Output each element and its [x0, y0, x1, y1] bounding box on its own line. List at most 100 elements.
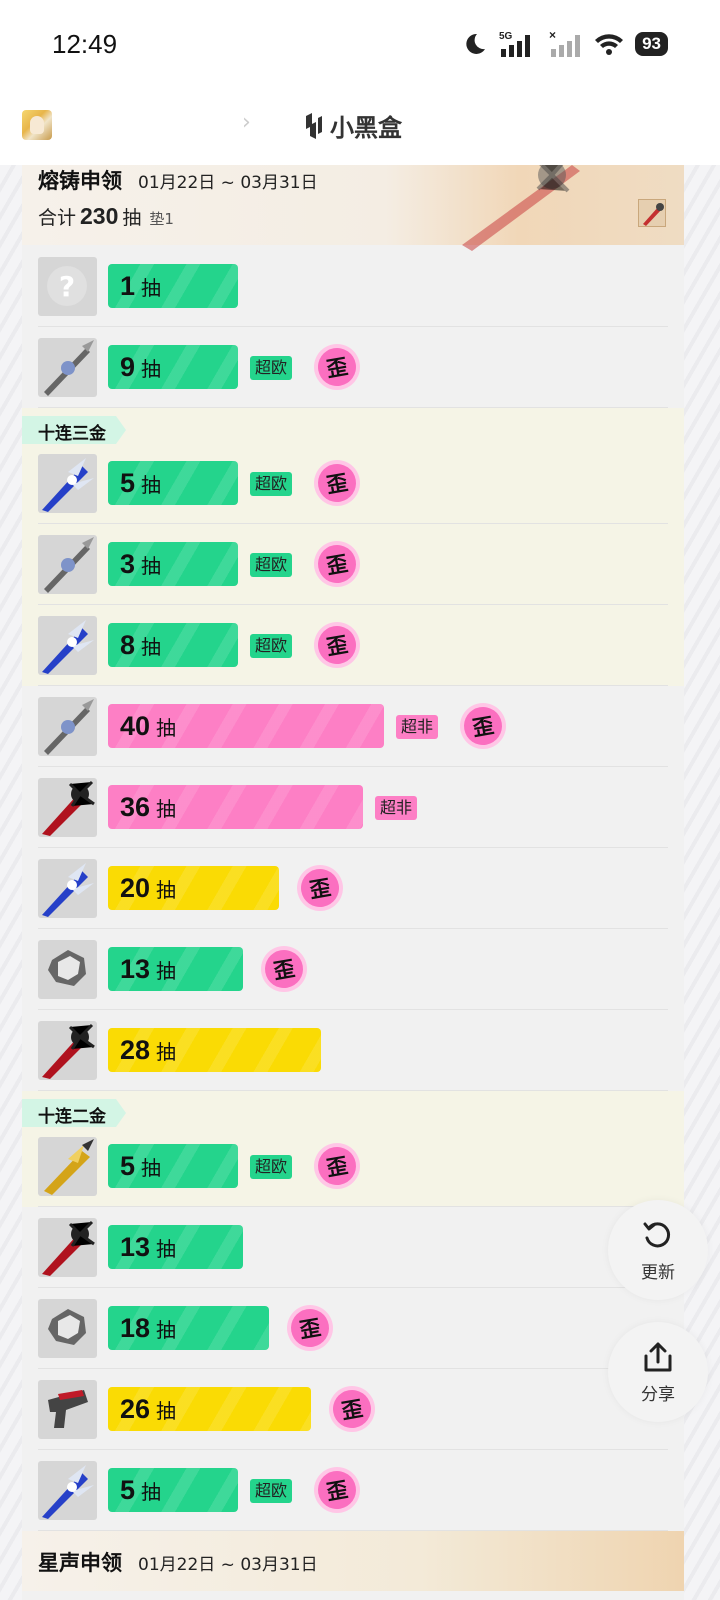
off-banner-badge: 歪	[314, 1143, 360, 1189]
silver-lance-icon	[38, 697, 97, 756]
pull-row[interactable]: 13 抽	[38, 1207, 668, 1288]
pull-count: 8	[120, 629, 136, 660]
silver-gear-icon	[38, 940, 97, 999]
pull-count-bar: 1抽	[108, 264, 238, 308]
next-pool-banner: 星声申领 01月22日 ~ 03月31日	[22, 1531, 684, 1591]
off-banner-label: 歪	[460, 703, 506, 749]
pull-unit: 抽	[156, 1398, 177, 1423]
status-time: 12:49	[52, 28, 118, 59]
pull-count-bar: 13 抽	[108, 947, 243, 991]
moon-icon	[466, 33, 486, 54]
pull-unit: 抽	[156, 1039, 177, 1064]
pull-row[interactable]: 20 抽歪	[38, 848, 668, 929]
off-banner-label: 歪	[329, 1386, 375, 1432]
pull-row[interactable]: 13 抽歪	[38, 929, 668, 1010]
pull-row[interactable]: 8 抽超欧歪	[38, 605, 668, 686]
pull-count-bar: 13 抽	[108, 1225, 243, 1269]
pull-count: 9	[120, 351, 136, 382]
pool-total: 合计 230 抽 垫1	[38, 203, 174, 230]
red-sword-icon	[38, 1021, 97, 1080]
share-icon	[644, 1342, 672, 1371]
pull-list: ? 1 抽 9 抽超欧歪十连三金 5 抽超欧歪 3 抽超欧歪 8 抽超欧歪 40 抽超非歪 36 抽超非 20…	[22, 246, 684, 1531]
group-tag: 十连三金	[22, 416, 126, 444]
pull-row[interactable]: 5 抽 超欧歪	[38, 1450, 668, 1531]
pull-count: 13	[120, 1231, 151, 1262]
status-bar: 12:49 5G × 93	[0, 0, 720, 88]
pull-count-bar: 3抽	[108, 542, 238, 586]
pull-row[interactable]: 5 抽超欧歪	[38, 1126, 668, 1207]
svg-text:×: ×	[549, 29, 556, 42]
pull-unit: 抽	[156, 1236, 177, 1261]
pull-count: 5	[120, 1474, 136, 1505]
blue-blade-icon	[38, 616, 97, 675]
battery-level: 93	[635, 32, 668, 56]
super-unlucky-badge: 超非	[396, 715, 439, 739]
share-button[interactable]: 分享	[608, 1322, 708, 1422]
gold-blade-icon	[38, 1137, 97, 1196]
off-banner-label: 歪	[287, 1305, 333, 1351]
off-banner-badge: 歪	[314, 622, 360, 668]
blue-blade-icon	[38, 454, 97, 513]
pull-unit: 抽	[156, 877, 177, 902]
total-unit: 抽	[122, 207, 142, 229]
pull-row[interactable]: 3 抽超欧歪	[38, 524, 668, 605]
pull-row[interactable]: 36 抽超非	[38, 767, 668, 848]
chevron-right-icon: ›	[242, 110, 251, 135]
brand-logo: 小黑盒	[302, 108, 402, 143]
share-label: 分享	[641, 1384, 675, 1405]
blue-blade-icon	[38, 859, 97, 918]
off-banner-badge: 歪	[314, 460, 360, 506]
pull-row[interactable]: 26 抽歪	[38, 1369, 668, 1450]
pull-row[interactable]: 40 抽超非歪	[38, 686, 668, 767]
pull-count-bar: 8抽	[108, 623, 238, 667]
silver-gear-icon	[38, 1299, 97, 1358]
wifi-icon	[595, 34, 624, 55]
pull-unit: 抽	[141, 634, 162, 659]
next-pool-date-range: 01月22日 ~ 03月31日	[138, 1555, 318, 1575]
pull-unit: 抽	[156, 958, 177, 983]
pull-count-bar: 20 抽	[108, 866, 279, 910]
pad-count: 垫1	[149, 210, 174, 228]
pool-weapon-icon[interactable]	[638, 199, 666, 227]
pull-count: 1	[120, 270, 136, 301]
red-gun-icon	[38, 1380, 97, 1439]
red-sword-icon	[38, 1218, 97, 1277]
red-sword-icon	[38, 778, 97, 837]
pool-banner: 熔铸申领 01月22日 ~ 03月31日 合计 230 抽 垫1	[22, 165, 684, 251]
ten-pull-group: 十连二金 5 抽超欧歪	[22, 1091, 684, 1207]
pull-count: 40	[120, 710, 151, 741]
heybox-logo-icon	[306, 112, 322, 139]
pool-title: 熔铸申领	[38, 169, 122, 193]
off-banner-label: 歪	[297, 865, 343, 911]
super-lucky-badge: 超欧	[250, 472, 293, 496]
pull-row[interactable]: 5 抽 超欧歪	[38, 443, 668, 524]
avatar[interactable]	[22, 110, 52, 140]
pull-count: 13	[120, 953, 151, 984]
pull-unit: 抽	[141, 1155, 162, 1180]
pull-count: 18	[120, 1312, 151, 1343]
off-banner-badge: 歪	[460, 703, 506, 749]
pull-unit: 抽	[141, 1479, 162, 1504]
pull-count: 36	[120, 791, 151, 822]
total-prefix: 合计	[38, 207, 77, 229]
status-icons: 5G × 93	[461, 29, 668, 59]
unknown-icon: ?	[38, 257, 97, 316]
off-banner-label: 歪	[314, 541, 360, 587]
pull-unit: 抽	[141, 472, 162, 497]
off-banner-badge: 歪	[261, 946, 307, 992]
super-lucky-badge: 超欧	[250, 1479, 293, 1503]
refresh-icon	[643, 1221, 671, 1247]
refresh-label: 更新	[641, 1262, 675, 1283]
pull-row[interactable]: 9 抽超欧歪	[38, 327, 668, 408]
refresh-button[interactable]: 更新	[608, 1200, 708, 1300]
off-banner-label: 歪	[314, 622, 360, 668]
pull-count: 28	[120, 1034, 151, 1065]
pull-count: 5	[120, 467, 136, 498]
pull-count-bar: 40 抽	[108, 704, 384, 748]
off-banner-label: 歪	[314, 1467, 360, 1513]
super-lucky-badge: 超欧	[250, 553, 293, 577]
pull-row[interactable]: 28 抽	[38, 1010, 668, 1091]
pull-unit: 抽	[156, 796, 177, 821]
pull-row[interactable]: ? 1 抽	[38, 246, 668, 327]
pull-row[interactable]: 18 抽歪	[38, 1288, 668, 1369]
